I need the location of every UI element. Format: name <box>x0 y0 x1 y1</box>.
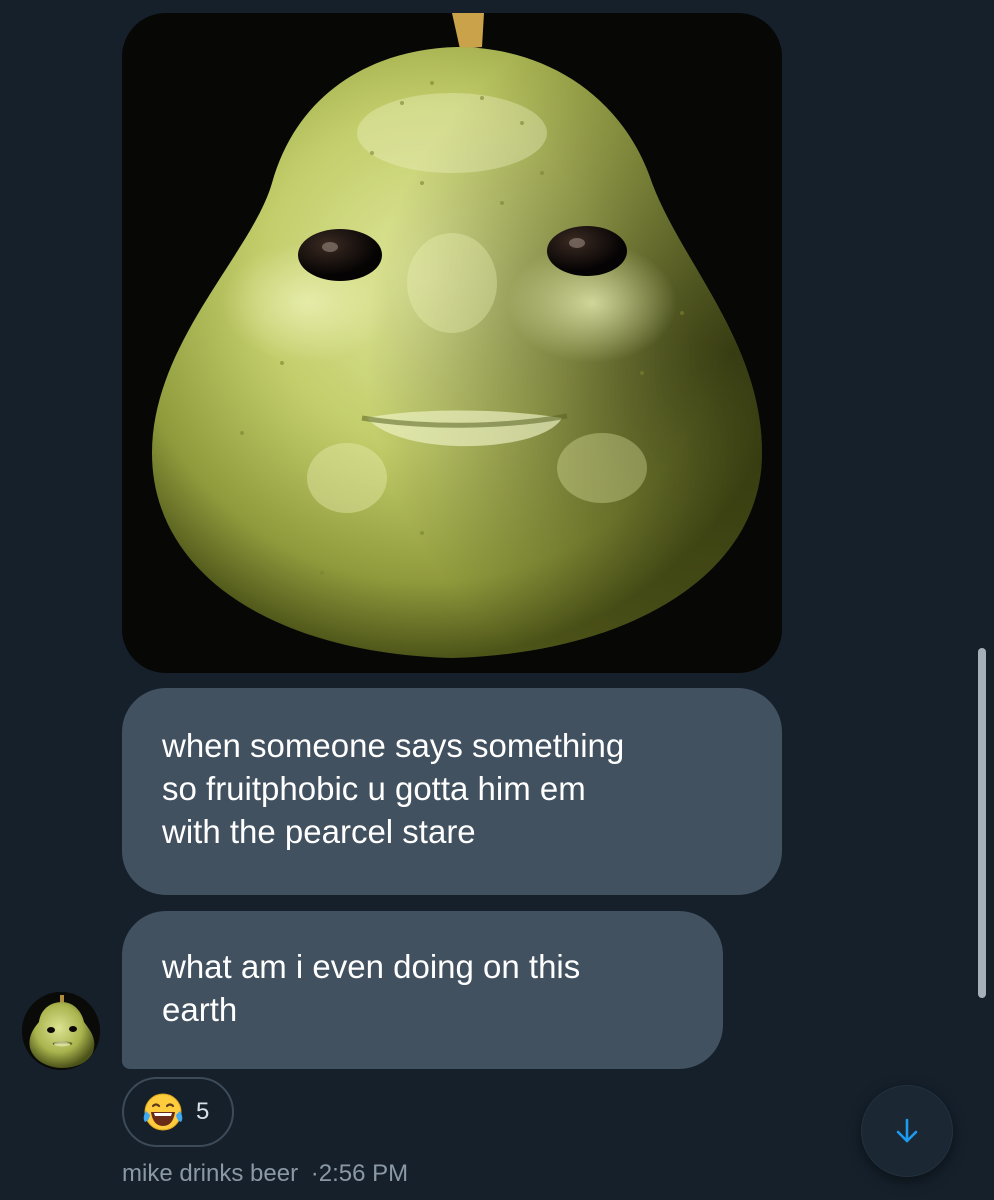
avatar[interactable] <box>22 992 100 1070</box>
reaction-pill[interactable]: 5 <box>122 1077 234 1147</box>
message-bubble[interactable]: when someone says something so fruitphob… <box>122 688 782 895</box>
message-text-line: what am i even doing on this <box>162 948 581 985</box>
sender-name[interactable]: mike drinks beer <box>122 1160 298 1187</box>
message-bubble[interactable]: what am i even doing on this earth <box>122 911 723 1069</box>
reaction-count: 5 <box>196 1098 210 1125</box>
pear-face-image <box>122 13 782 673</box>
message-meta: mike drinks beer ·2:56 PM <box>122 1160 408 1188</box>
meta-separator: · <box>310 1160 319 1187</box>
message-text-line: when someone says something <box>162 727 625 764</box>
message-timestamp: 2:56 PM <box>318 1160 409 1187</box>
message-text-line: so fruitphobic u gotta him em <box>162 770 586 807</box>
pear-avatar-image <box>22 992 100 1070</box>
laughing-tears-icon <box>142 1091 184 1133</box>
message-text-line: with the pearcel stare <box>162 813 476 850</box>
image-message-pear-face[interactable] <box>122 13 782 673</box>
scroll-to-bottom-button[interactable] <box>862 1086 952 1176</box>
scrollbar-thumb[interactable] <box>978 648 986 998</box>
message-text-line: earth <box>162 991 238 1028</box>
arrow-down-icon <box>892 1116 922 1146</box>
